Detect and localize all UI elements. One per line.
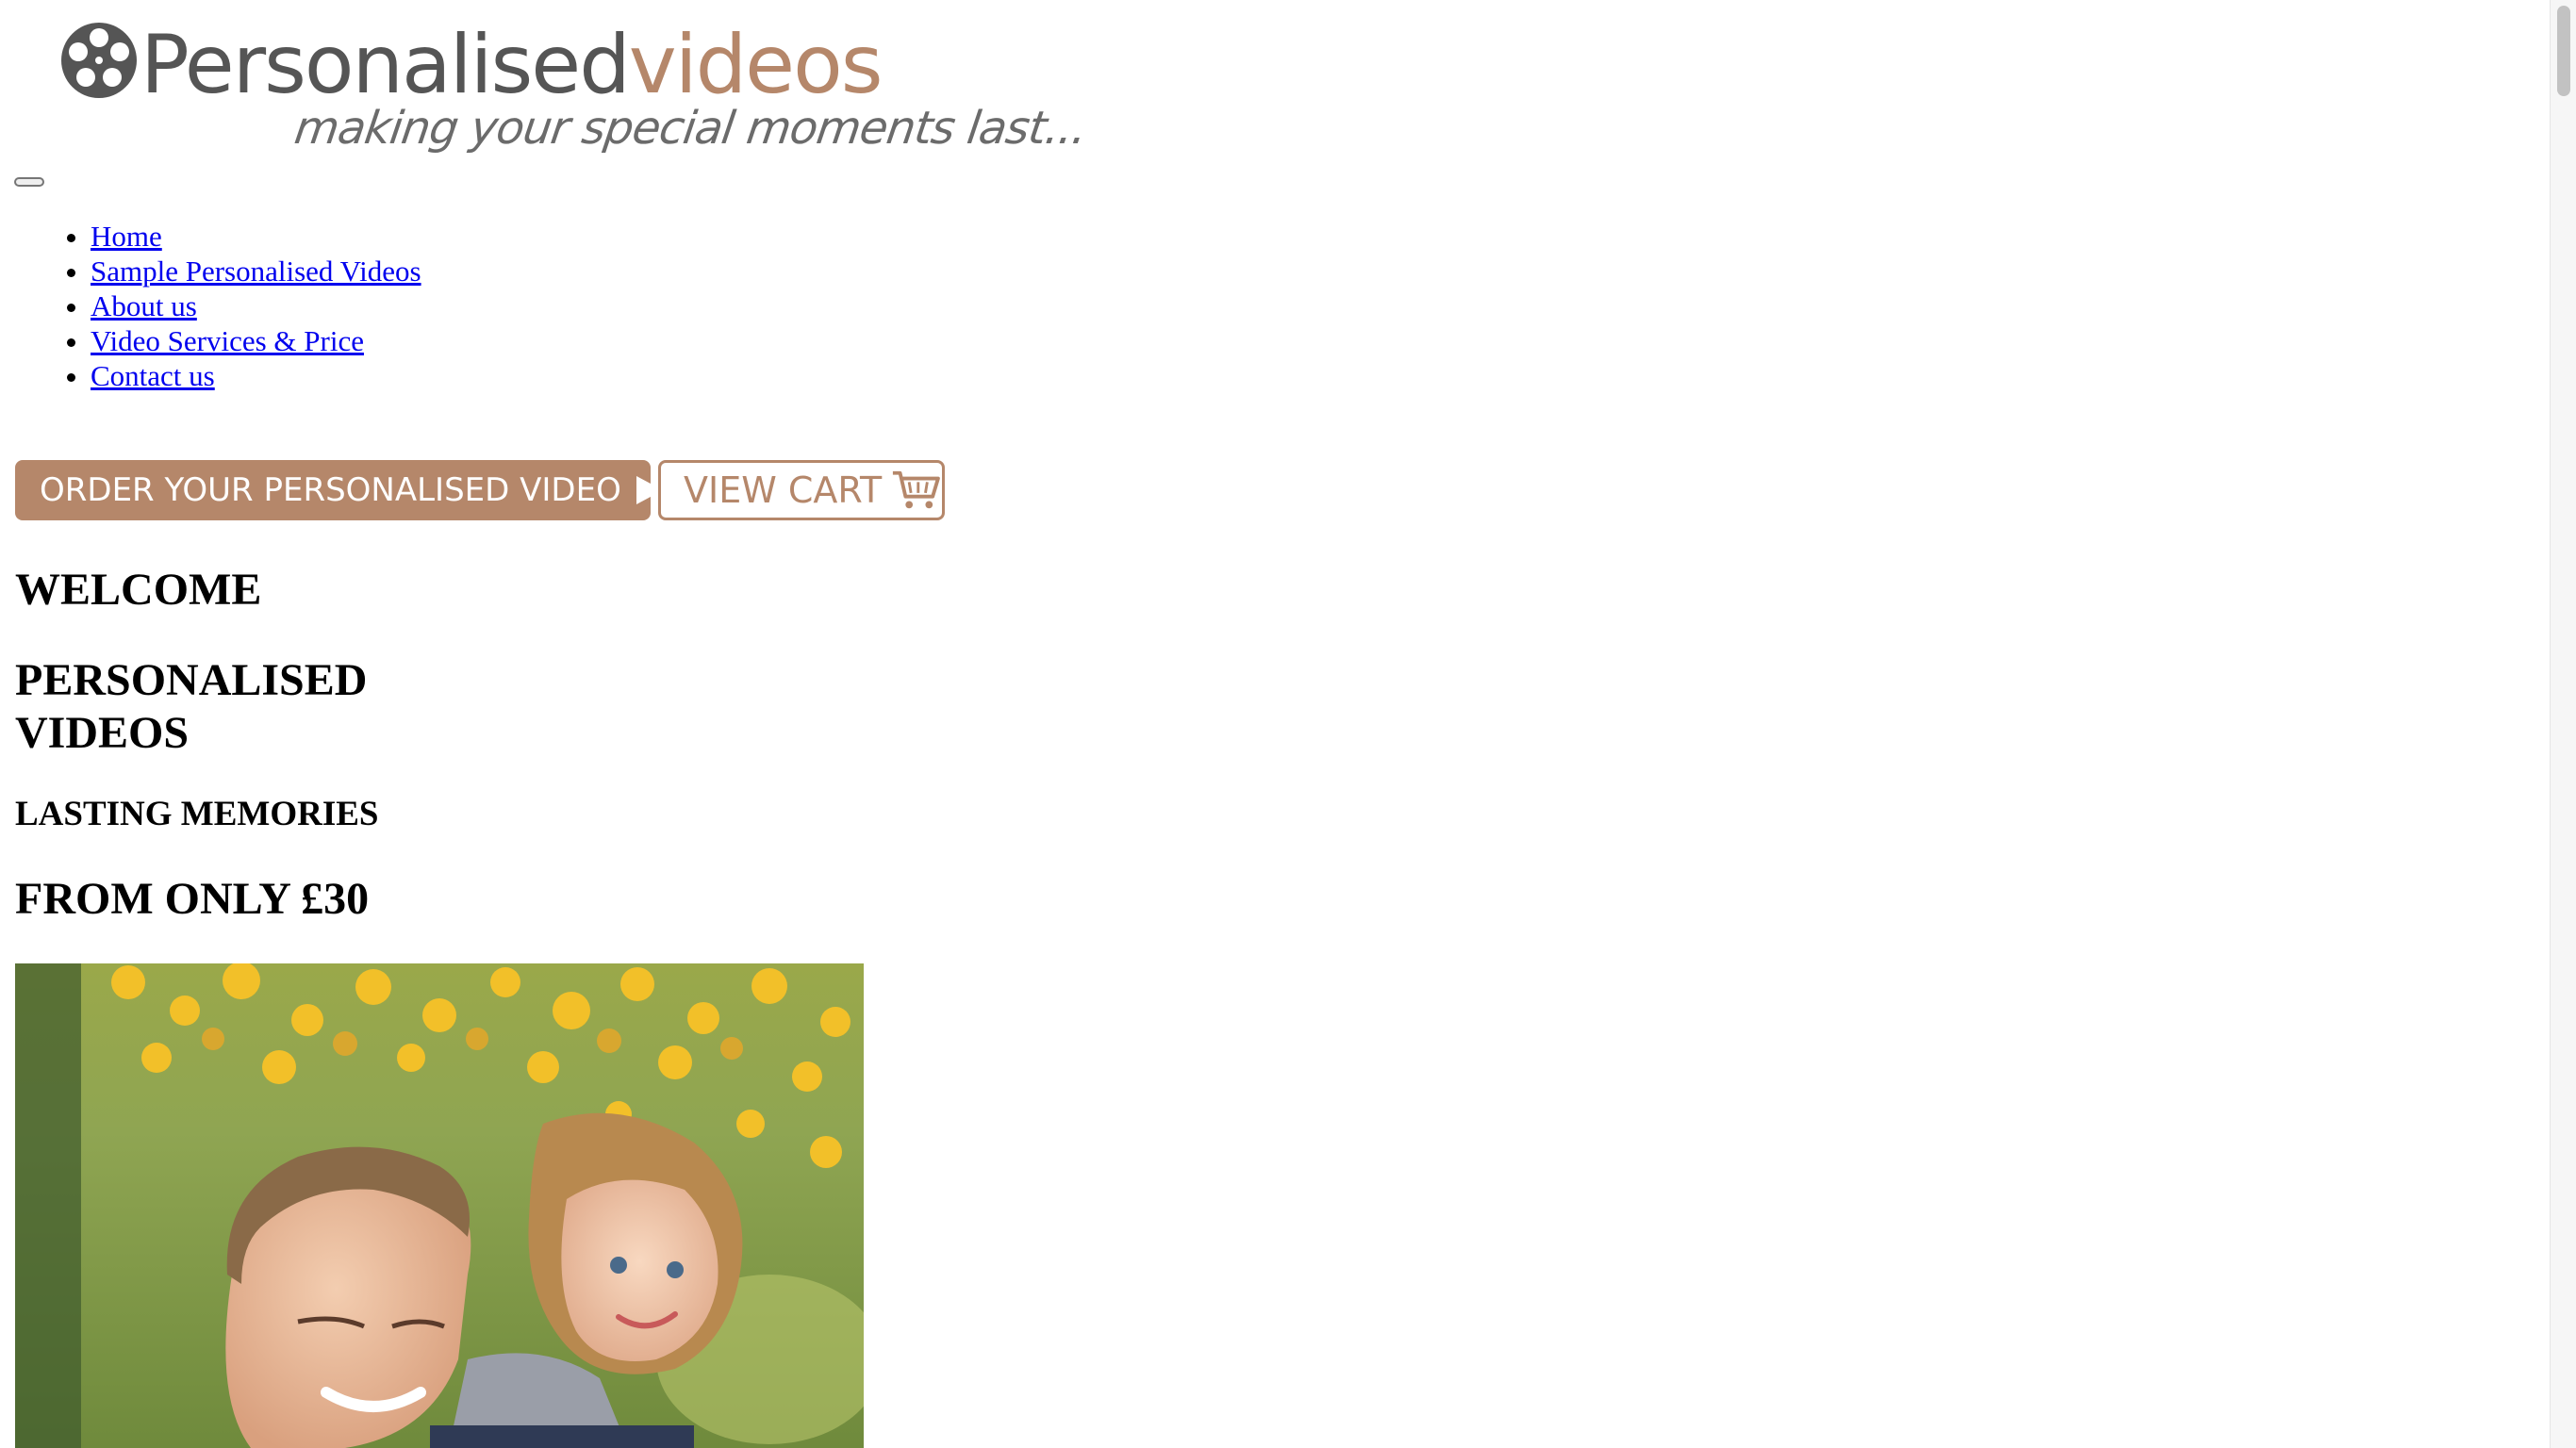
menu-toggle-button[interactable] — [14, 177, 44, 187]
hero-photo — [15, 963, 864, 1448]
nav-item-home: Home — [91, 219, 421, 254]
nav-link-about[interactable]: About us — [91, 289, 197, 322]
nav-item-services: Video Services & Price — [91, 323, 421, 358]
logo-tagline: making your special moments last... — [291, 102, 1090, 155]
personalised-videos-heading: PERSONALISED VIDEOS — [15, 655, 368, 758]
scrollbar-thumb[interactable] — [2557, 6, 2570, 96]
main-nav: Home Sample Personalised Videos About us… — [91, 219, 421, 393]
nav-link-services[interactable]: Video Services & Price — [91, 324, 364, 357]
nav-link-samples[interactable]: Sample Personalised Videos — [91, 255, 421, 288]
nav-item-samples: Sample Personalised Videos — [91, 254, 421, 288]
page: Personalisedvideos making your special m… — [0, 0, 2550, 1448]
lasting-memories-heading: LASTING MEMORIES — [15, 795, 379, 833]
order-video-label: ORDER YOUR PERSONALISED VIDEO — [40, 471, 621, 509]
view-cart-button[interactable]: VIEW CART — [658, 460, 945, 520]
view-cart-label: VIEW CART — [684, 469, 883, 511]
shopping-cart-icon — [893, 470, 941, 509]
logo-word-videos: videos — [628, 18, 883, 112]
film-reel-icon — [61, 23, 137, 98]
welcome-heading: WELCOME — [15, 565, 262, 615]
site-logo[interactable]: Personalisedvideos making your special m… — [59, 19, 1090, 179]
nav-link-contact[interactable]: Contact us — [91, 359, 215, 392]
price-heading: FROM ONLY £30 — [15, 874, 370, 924]
logo-wordmark: Personalisedvideos — [140, 25, 883, 106]
hero-photo-image — [15, 963, 864, 1448]
page-scrollbar[interactable] — [2550, 0, 2576, 1448]
order-video-button[interactable]: ORDER YOUR PERSONALISED VIDEO — [15, 460, 663, 520]
logo-word-personalised: Personalised — [140, 18, 631, 112]
nav-item-contact: Contact us — [91, 358, 421, 393]
nav-link-home[interactable]: Home — [91, 220, 162, 253]
nav-item-about: About us — [91, 288, 421, 323]
